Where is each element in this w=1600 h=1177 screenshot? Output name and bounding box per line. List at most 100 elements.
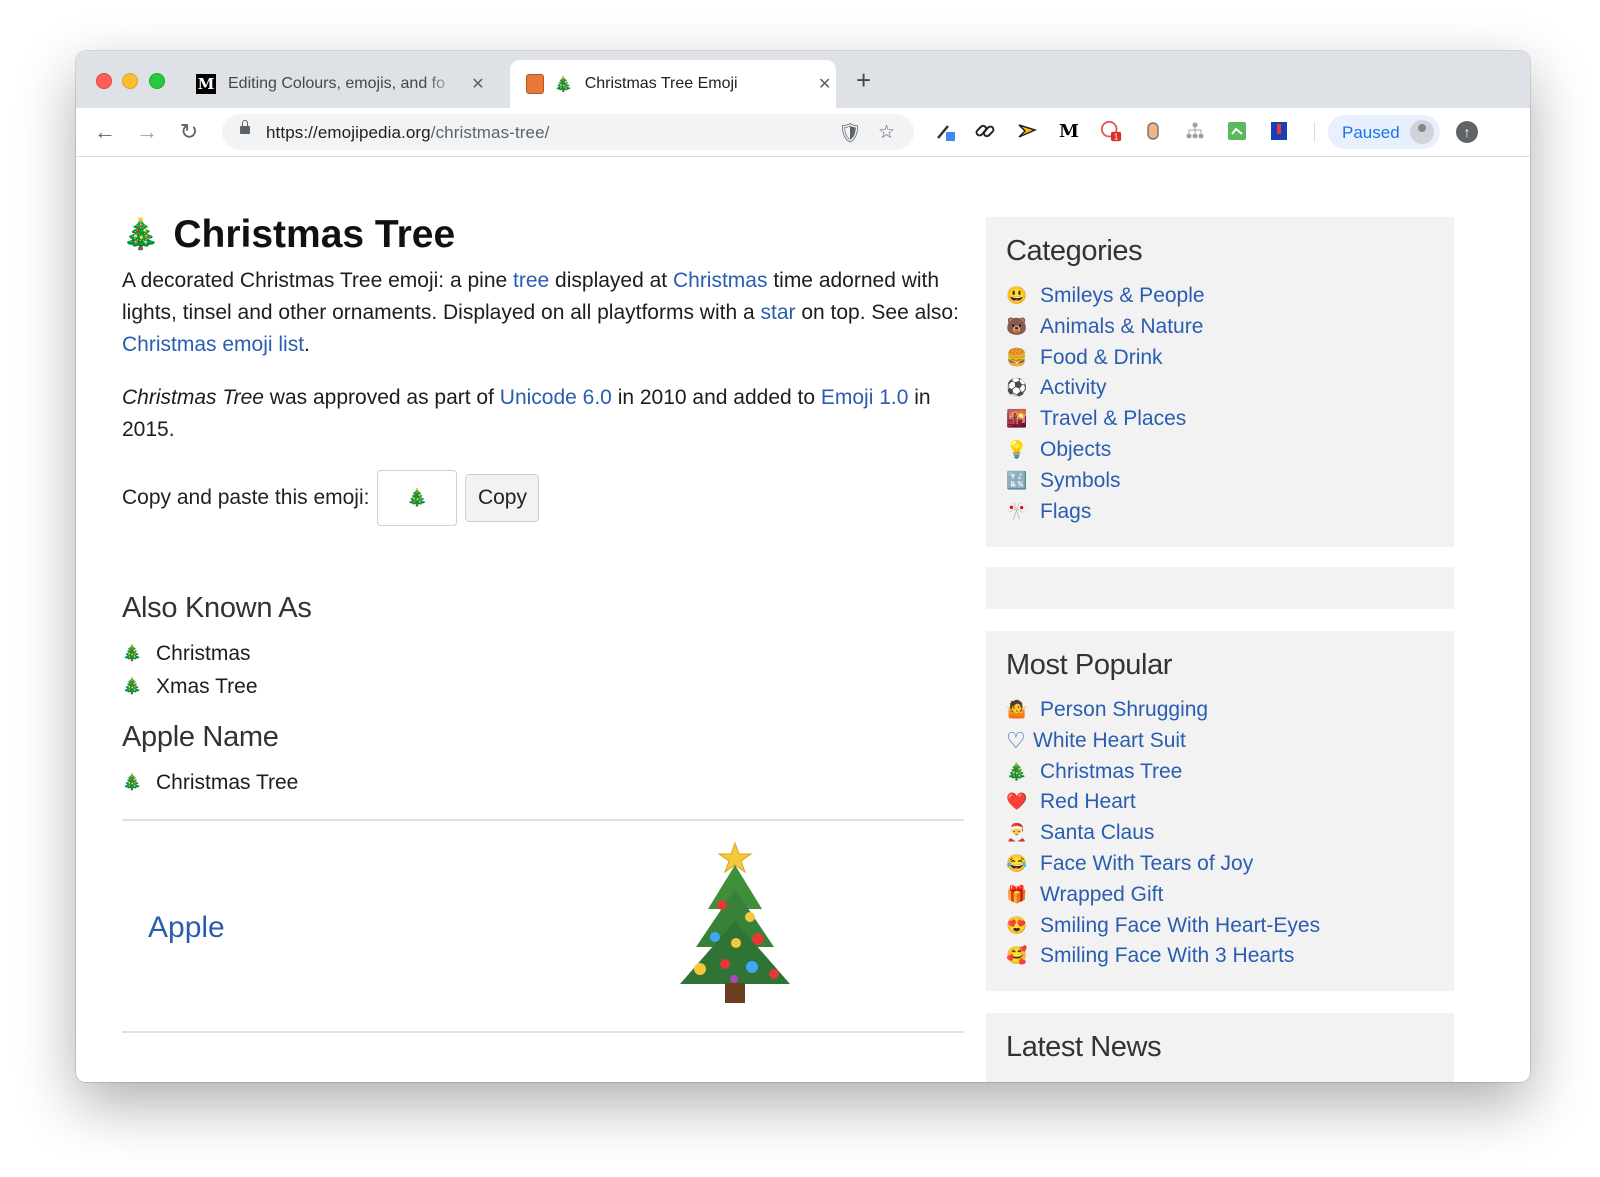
christmas-tree-image — [680, 841, 790, 1003]
tab-title: Christmas Tree Emoji — [584, 75, 738, 92]
light-bulb-icon: 💡 — [1006, 439, 1028, 459]
bear-icon: 🐻 — [1006, 316, 1028, 336]
santa-icon: 🎅 — [1006, 823, 1028, 843]
clipboard-icon[interactable] — [1142, 120, 1164, 142]
svg-text:1: 1 — [1114, 133, 1119, 142]
address-bar[interactable]: https://emojipedia.org/christmas-tree/ 🛡… — [222, 114, 914, 150]
category-food-drink[interactable]: 🍔 Food & Drink — [1006, 343, 1205, 374]
link-star[interactable]: star — [760, 301, 795, 324]
apple-name-heading: Apple Name — [122, 721, 279, 753]
popular-item[interactable]: 🎅 Santa Claus — [1006, 818, 1320, 849]
christmas-tree-icon: 🎄 — [1006, 761, 1028, 781]
badge-icon[interactable]: 1 — [1100, 120, 1122, 142]
link-emoji-version[interactable]: Emoji 1.0 — [821, 386, 909, 409]
eyedropper-icon[interactable] — [934, 120, 956, 142]
popular-item[interactable]: 🎁 Wrapped Gift — [1006, 880, 1320, 911]
christmas-tree-icon: 🎄 — [122, 678, 142, 695]
link-icon[interactable] — [974, 120, 996, 142]
soccer-ball-icon: ⚽ — [1006, 378, 1028, 398]
bookmark-ribbon-icon[interactable] — [1268, 120, 1290, 142]
lock-icon — [240, 120, 250, 134]
latest-news-heading: Latest News — [1006, 1031, 1162, 1063]
tab-emojipedia[interactable]: 🎄 Christmas Tree Emoji ✕ — [510, 60, 836, 108]
most-popular-panel: Most Popular 🤷 Person Shrugging ♡ White He… — [986, 631, 1454, 991]
url-text[interactable]: https://emojipedia.org/christmas-tree/ — [266, 123, 549, 143]
copy-button[interactable]: Copy — [465, 474, 540, 522]
description: A decorated Christmas Tree emoji: a pine… — [122, 269, 959, 356]
image-refresh-icon[interactable] — [1226, 120, 1248, 142]
tab-title: Editing Colours, emojis, and fo — [228, 75, 445, 92]
back-arrow-icon[interactable]: ← — [92, 119, 118, 145]
popular-item[interactable]: 😍 Smiling Face With Heart-Eyes — [1006, 911, 1320, 942]
new-tab-button[interactable]: + — [856, 67, 871, 93]
ad-placeholder — [986, 567, 1454, 609]
folder-arrow-icon[interactable] — [1016, 120, 1038, 142]
tears-of-joy-icon: 😂 — [1006, 853, 1028, 873]
symbols-icon: 🔣 — [1006, 470, 1028, 490]
reload-icon[interactable]: ↻ — [176, 119, 202, 145]
christmas-tree-icon: 🎄 — [122, 218, 160, 251]
tab-medium[interactable]: M Editing Colours, emojis, and fo ✕ — [196, 60, 498, 108]
category-animals-nature[interactable]: 🐻 Animals & Nature — [1006, 312, 1205, 343]
category-objects[interactable]: 💡 Objects — [1006, 435, 1205, 466]
medium-m-icon[interactable]: M — [1058, 120, 1080, 142]
red-heart-icon: ❤️ — [1006, 792, 1028, 812]
close-window-button[interactable] — [96, 73, 112, 89]
profile-paused-button[interactable]: Paused — [1328, 115, 1440, 149]
city-sunset-icon: 🌇 — [1006, 409, 1028, 429]
category-smileys-people[interactable]: 😃 Smileys & People — [1006, 281, 1205, 312]
popular-item[interactable]: ♡ White Heart Suit — [1006, 726, 1320, 757]
categories-heading: Categories — [1006, 235, 1143, 267]
web-page: 🎄 Christmas Tree A decorated Christmas T… — [76, 157, 1530, 1082]
update-menu-icon[interactable]: ↑ — [1456, 121, 1478, 143]
copy-row: Copy and paste this emoji: 🎄 Copy — [122, 470, 964, 526]
category-travel-places[interactable]: 🌇 Travel & Places — [1006, 404, 1205, 435]
smiley-icon: 😃 — [1006, 286, 1028, 305]
star-bookmark-icon[interactable]: ☆ — [878, 121, 895, 144]
copy-emoji-field[interactable]: 🎄 — [377, 470, 458, 526]
tree-network-icon[interactable] — [1184, 120, 1206, 142]
link-tree[interactable]: tree — [513, 269, 549, 292]
list-item: 🎄 Xmas Tree — [122, 670, 964, 703]
aka-heading: Also Known As — [122, 592, 312, 624]
toolbar-separator — [1314, 122, 1315, 142]
close-icon[interactable]: ✕ — [815, 74, 835, 94]
minimize-window-button[interactable] — [122, 73, 138, 89]
tab-strip: M Editing Colours, emojis, and fo ✕ 🎄 Ch… — [76, 51, 1530, 108]
white-heart-icon: ♡ — [1006, 727, 1026, 753]
category-flags[interactable]: 🎌 Flags — [1006, 497, 1205, 528]
avatar — [1410, 120, 1434, 144]
link-christmas[interactable]: Christmas — [673, 269, 768, 292]
christmas-tree-icon: 🎄 — [122, 774, 142, 791]
vendor-link-apple[interactable]: Apple — [148, 911, 225, 945]
list-item: 🎄 Christmas — [122, 637, 964, 670]
categories-list: 😃 Smileys & People 🐻 Animals & Nature 🍔 Foo… — [1006, 281, 1205, 527]
crossed-flags-icon: 🎌 — [1006, 501, 1028, 521]
toolbar: ← → ↻ https://emojipedia.org/christmas-t… — [76, 108, 1530, 157]
smiling-hearts-icon: 🥰 — [1006, 946, 1028, 966]
approval-info: Christmas Tree was approved as part of U… — [122, 386, 931, 441]
zoom-window-button[interactable] — [149, 73, 165, 89]
popular-item[interactable]: 😂 Face With Tears of Joy — [1006, 849, 1320, 880]
popular-item[interactable]: 🤷 Person Shrugging — [1006, 695, 1320, 726]
aka-list: 🎄 Christmas 🎄 Xmas Tree — [122, 637, 964, 703]
main-content: 🎄 Christmas Tree A decorated Christmas T… — [122, 211, 964, 1033]
popular-item[interactable]: 🥰 Smiling Face With 3 Hearts — [1006, 941, 1320, 972]
gift-icon: 🎁 — [1006, 884, 1028, 904]
link-christmas-emoji-list[interactable]: Christmas emoji list — [122, 333, 304, 356]
popular-item[interactable]: 🎄 Christmas Tree — [1006, 757, 1320, 788]
medium-m-icon: M — [196, 74, 216, 94]
latest-news-panel: Latest News — [986, 1013, 1454, 1082]
list-item: 🎄 Christmas Tree — [122, 766, 964, 799]
heart-eyes-icon: 😍 — [1006, 915, 1028, 935]
close-icon[interactable]: ✕ — [468, 74, 488, 94]
categories-panel: Categories 😃 Smileys & People 🐻 Animals & … — [986, 217, 1454, 547]
link-unicode[interactable]: Unicode 6.0 — [500, 386, 612, 409]
browser-window: M Editing Colours, emojis, and fo ✕ 🎄 Ch… — [76, 51, 1530, 1082]
blocked-cookies-icon[interactable]: 🛡 — [838, 121, 862, 145]
category-symbols[interactable]: 🔣 Symbols — [1006, 466, 1205, 497]
christmas-tree-icon: 🎄 — [554, 76, 573, 93]
popular-item[interactable]: ❤️ Red Heart — [1006, 787, 1320, 818]
category-activity[interactable]: ⚽ Activity — [1006, 373, 1205, 404]
forward-arrow-icon[interactable]: → — [134, 119, 160, 145]
